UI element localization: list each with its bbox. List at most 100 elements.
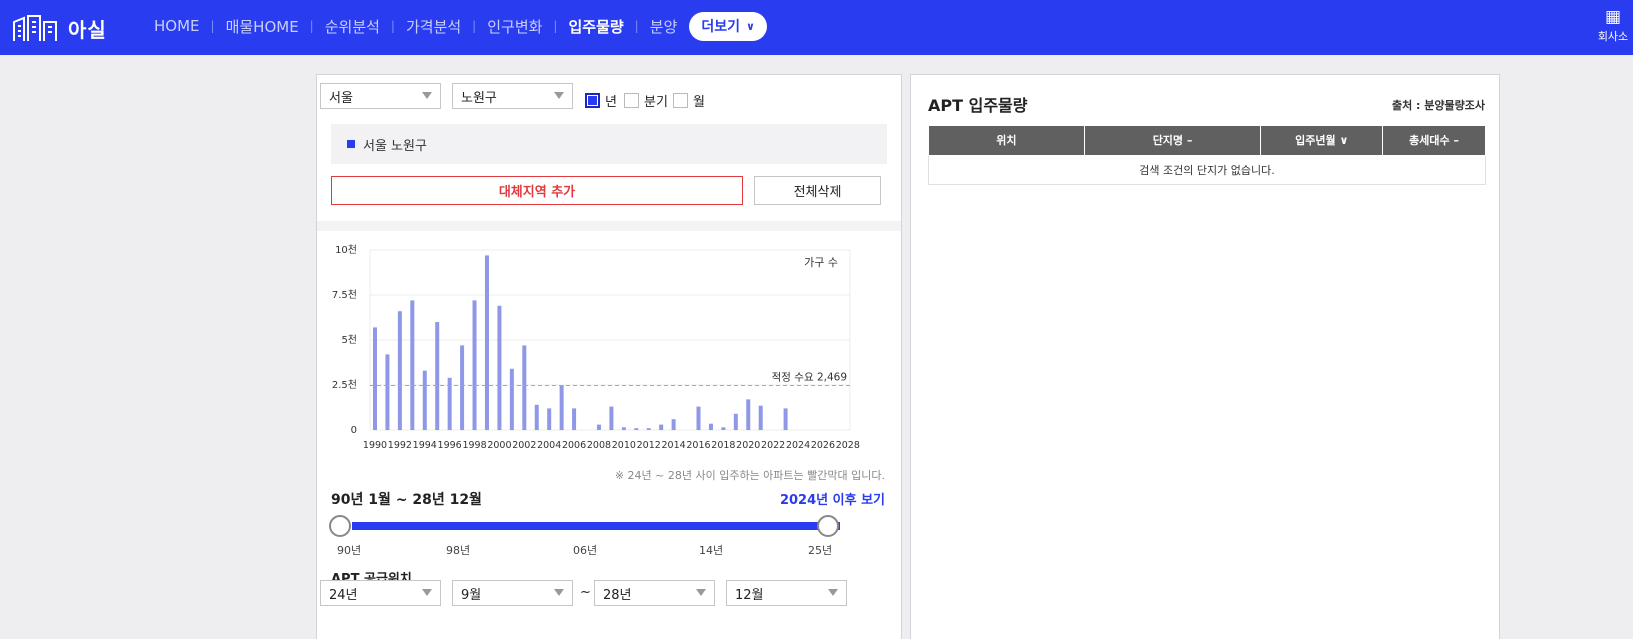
- dropdown-arrow-icon: [554, 589, 564, 596]
- x-tick-label: 2000: [487, 440, 511, 451]
- logo[interactable]: 아실: [12, 8, 107, 48]
- x-tick-label: 1996: [438, 440, 462, 451]
- bar: [373, 327, 377, 430]
- dropdown-arrow-icon: [554, 92, 564, 99]
- city-select-value: 서울: [329, 90, 353, 106]
- checkbox-icon: [624, 93, 639, 108]
- dropdown-arrow-icon: [828, 589, 838, 596]
- from-year-select[interactable]: 24년: [320, 580, 441, 606]
- x-tick-label: 2012: [637, 440, 661, 451]
- move-in-list-panel: APT 입주물량 출처 : 분양물량조사 위치 단지명 – 입주년월 ∨ 총세대…: [910, 74, 1500, 639]
- to-year-select[interactable]: 28년: [594, 580, 715, 606]
- district-select[interactable]: 노원구: [452, 83, 573, 109]
- period-range-label: 90년 1월 ~ 28년 12월: [331, 492, 482, 508]
- x-tick-label: 1994: [413, 440, 437, 451]
- nav-home[interactable]: HOME: [154, 17, 200, 35]
- bar: [609, 406, 614, 430]
- x-tick-label: 2016: [686, 440, 710, 451]
- bar: [708, 423, 713, 430]
- series-color-square-icon: [347, 140, 355, 148]
- delete-all-button[interactable]: 전체삭제: [754, 176, 881, 205]
- nav-ranking[interactable]: 순위분석: [325, 16, 380, 37]
- bar: [596, 424, 601, 430]
- bar: [547, 408, 552, 430]
- bar: [733, 413, 738, 430]
- column-header-total-units[interactable]: 총세대수 –: [1382, 126, 1486, 156]
- y-tick-label: 0: [351, 425, 357, 436]
- bar: [621, 427, 626, 430]
- period-year-label: 년: [605, 95, 617, 110]
- apt-supply-table: 위치 단지명 – 입주년월 ∨ 총세대수 – 검색 조건의 단지가 없습니다.: [928, 126, 1486, 185]
- district-select-value: 노원구: [461, 90, 497, 106]
- x-tick-label: 2006: [562, 440, 586, 451]
- nav-move-in-supply[interactable]: 입주물량: [568, 16, 623, 37]
- period-year-checkbox[interactable]: 년: [585, 91, 617, 110]
- checkbox-checked-icon: [585, 93, 600, 108]
- reference-line-label: 적정 수요 2,469: [772, 372, 847, 384]
- nav-listing-home[interactable]: 매물HOME: [226, 16, 299, 37]
- slider-tick-label: 06년: [573, 544, 598, 557]
- nav-divider: |: [390, 19, 395, 33]
- x-tick-label: 2026: [811, 440, 835, 451]
- nav-divider: |: [472, 19, 477, 33]
- slider-end-handle[interactable]: [817, 515, 839, 537]
- nav-population[interactable]: 인구변화: [487, 16, 542, 37]
- nav-presale[interactable]: 분양: [650, 16, 678, 37]
- section-divider: [317, 221, 901, 231]
- legend-label: 가구 수: [804, 256, 838, 269]
- chart-notice: ※ 24년 ~ 28년 사이 입주하는 아파트는 빨간막대 입니다.: [614, 469, 885, 482]
- slider-start-handle[interactable]: [329, 515, 351, 537]
- more-button[interactable]: 더보기 ∨: [689, 11, 767, 41]
- period-slider-track[interactable]: [352, 522, 840, 530]
- column-header-complex-name[interactable]: 단지명 –: [1083, 126, 1262, 156]
- dropdown-arrow-icon: [422, 92, 432, 99]
- bar: [460, 345, 465, 430]
- more-button-label: 더보기: [701, 19, 740, 35]
- bar: [572, 408, 577, 430]
- bar: [385, 354, 390, 430]
- x-tick-label: 1992: [388, 440, 412, 451]
- bar: [484, 255, 489, 430]
- x-tick-label: 2018: [711, 440, 735, 451]
- top-navigation-bar: 아실 HOME | 매물HOME | 순위분석 | 가격분석 | 인구변화 | …: [0, 0, 1633, 55]
- table-row: 검색 조건의 단지가 없습니다.: [928, 154, 1486, 185]
- bar: [783, 408, 788, 430]
- x-tick-label: 1990: [363, 440, 387, 451]
- from-year-value: 24년: [329, 587, 358, 603]
- x-tick-label: 2014: [662, 440, 686, 451]
- bar: [435, 322, 440, 430]
- bar: [472, 300, 477, 430]
- chart-panel: 서울 노원구 년 분기 월 서울 노원구 대체지역 추가 전체삭제 0 2.5천 5…: [316, 74, 902, 639]
- nav-price[interactable]: 가격분석: [406, 16, 461, 37]
- to-month-select[interactable]: 12월: [726, 580, 847, 606]
- building-logo-icon: [13, 15, 57, 41]
- bar: [509, 368, 514, 430]
- bar: [696, 406, 701, 430]
- bar: [758, 405, 763, 430]
- supply-bar-chart: 02.5천5천7.5천10천1990 1992 1994 1996 1998 2000 20…: [332, 244, 860, 451]
- chevron-down-icon: ∨: [745, 19, 755, 33]
- add-alt-region-button[interactable]: 대체지역 추가: [331, 176, 743, 205]
- logo-text: 아실: [68, 17, 107, 42]
- nav-divider: |: [553, 19, 558, 33]
- from-month-select[interactable]: 9월: [452, 580, 573, 606]
- slider-tick-label: 98년: [446, 544, 471, 557]
- city-select[interactable]: 서울: [320, 83, 441, 109]
- slider-tick-label: 25년: [808, 544, 833, 557]
- x-tick-label: 2008: [587, 440, 611, 451]
- y-tick-label: 10천: [335, 244, 357, 256]
- data-source: 출처 : 분양물량조사: [1391, 99, 1485, 112]
- period-quarter-checkbox[interactable]: 분기: [624, 91, 668, 110]
- bar: [646, 428, 651, 430]
- period-month-checkbox[interactable]: 월: [673, 91, 705, 110]
- y-tick-label: 2.5천: [332, 379, 357, 391]
- company-button[interactable]: ▦ 회사소: [1593, 6, 1633, 44]
- nav-divider: |: [634, 19, 639, 33]
- y-tick-label: 5천: [341, 334, 357, 346]
- column-header-move-in-date[interactable]: 입주년월 ∨: [1260, 126, 1384, 156]
- dropdown-arrow-icon: [422, 589, 432, 596]
- selected-area-box: 서울 노원구: [331, 124, 887, 164]
- column-header-location[interactable]: 위치: [928, 126, 1085, 156]
- view-after-2024-link[interactable]: 2024년 이후 보기: [780, 489, 885, 508]
- x-tick-label: 2028: [836, 440, 860, 451]
